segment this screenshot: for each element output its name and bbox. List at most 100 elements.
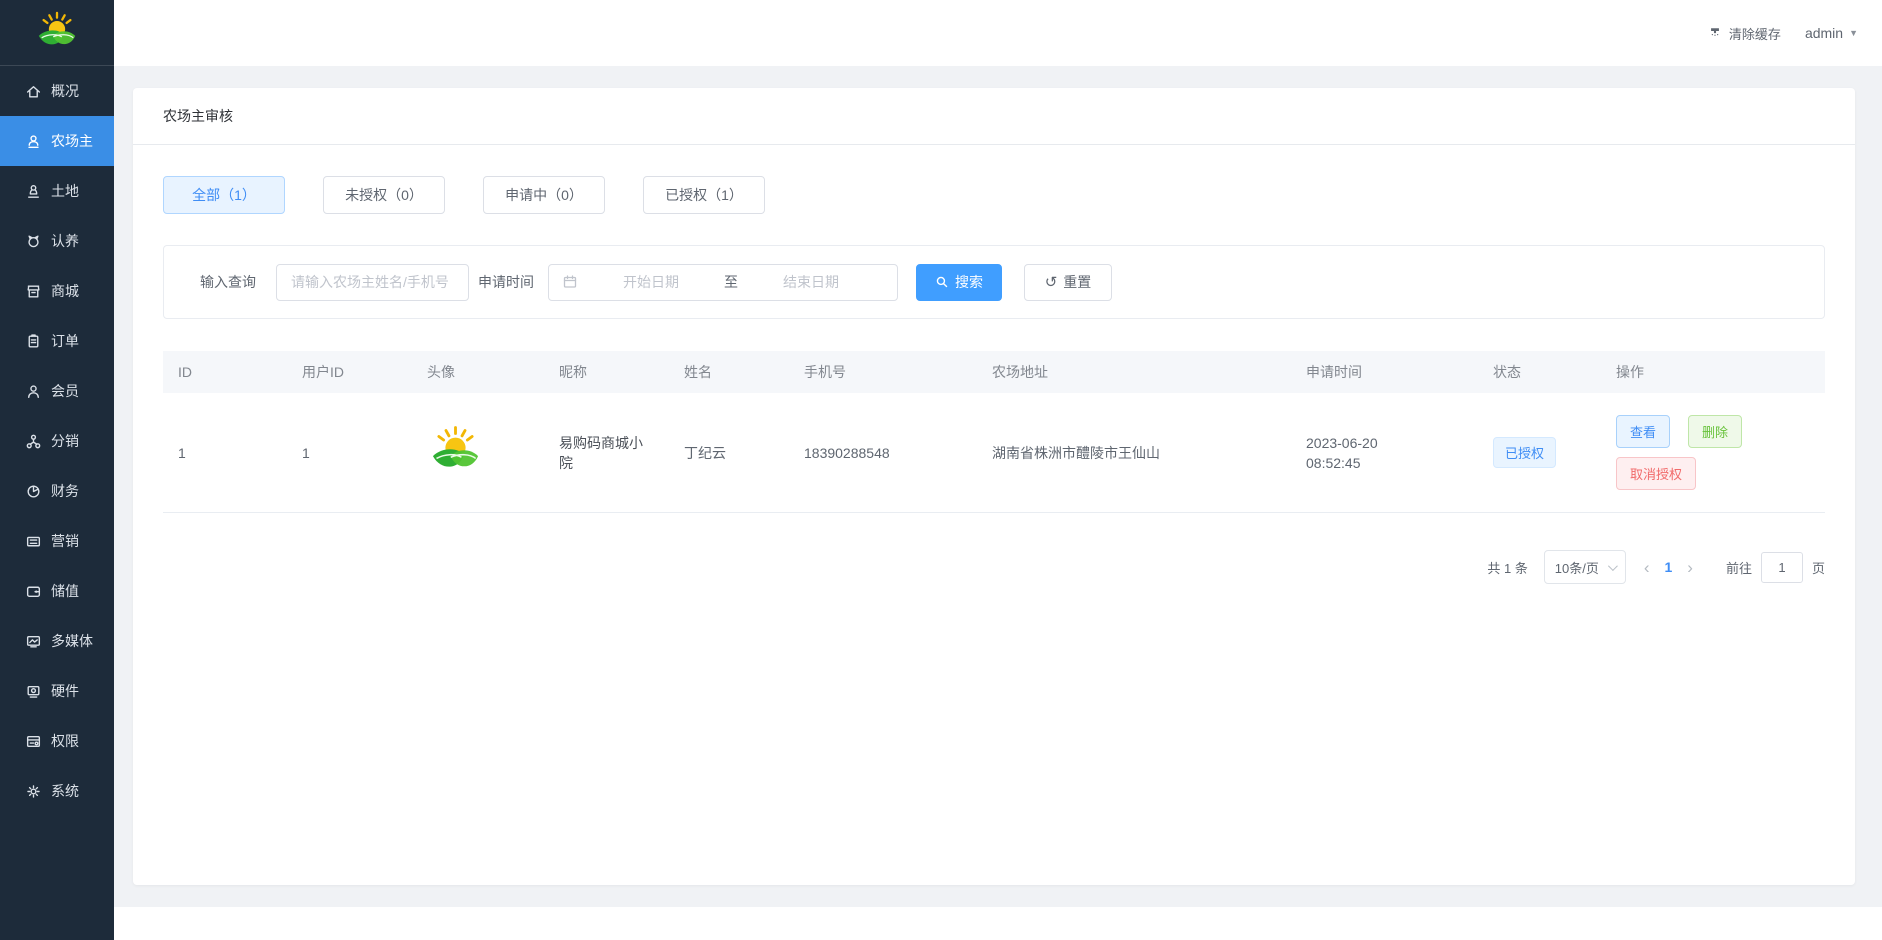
page-size-select[interactable]: 10条/页: [1543, 550, 1626, 584]
cell-id: 1: [163, 393, 287, 513]
end-date-placeholder[interactable]: 结束日期: [738, 272, 884, 292]
delete-button[interactable]: 删除: [1688, 415, 1743, 448]
reset-button-label: 重置: [1063, 274, 1092, 290]
sidebar-item-farmer[interactable]: 农场主: [0, 116, 114, 166]
home-icon: [25, 83, 42, 100]
search-icon: [936, 276, 948, 288]
sidebar-item-permissions[interactable]: 权限: [0, 716, 114, 766]
farmer-review-card: 农场主审核 全部（1） 未授权（0） 申请中（0） 已授权（1） 输入查询 申请…: [133, 88, 1855, 885]
sidebar-item-adoption[interactable]: 认养: [0, 216, 114, 266]
gear-icon: [25, 783, 42, 800]
next-page-button[interactable]: ›: [1687, 559, 1693, 576]
search-button[interactable]: 搜索: [916, 263, 1002, 301]
status-badge: 已授权: [1493, 437, 1557, 468]
col-actions: 操作: [1601, 351, 1825, 393]
status-filter-tabs: 全部（1） 未授权（0） 申请中（0） 已授权（1）: [163, 176, 1825, 214]
chevron-down-icon: [1607, 560, 1618, 571]
col-address: 农场地址: [977, 351, 1291, 393]
main-area: 农场主审核 全部（1） 未授权（0） 申请中（0） 已授权（1） 输入查询 申请…: [114, 66, 1882, 940]
sidebar-item-land[interactable]: 土地: [0, 166, 114, 216]
col-id: ID: [163, 351, 287, 393]
apply-date: 2023-06-20: [1306, 434, 1378, 451]
cell-nickname: 易购码商城小院: [544, 393, 669, 513]
content-background: 农场主审核 全部（1） 未授权（0） 申请中（0） 已授权（1） 输入查询 申请…: [114, 66, 1882, 907]
start-date-placeholder[interactable]: 开始日期: [578, 272, 724, 292]
mall-icon: [25, 283, 42, 300]
apply-time-label: 申请时间: [478, 274, 534, 290]
goto-page-input[interactable]: [1760, 551, 1803, 583]
page-unit-label: 页: [1811, 560, 1825, 576]
avatar: [427, 424, 484, 481]
col-nickname: 昵称: [544, 351, 669, 393]
view-button[interactable]: 查看: [1616, 415, 1671, 448]
order-icon: [25, 333, 42, 350]
clear-cache-label: 清除缓存: [1728, 26, 1781, 42]
app-logo: [0, 0, 114, 66]
sidebar-item-system[interactable]: 系统: [0, 766, 114, 816]
sidebar-item-label: 认养: [51, 233, 79, 249]
clear-cache-button[interactable]: 清除缓存: [1708, 24, 1781, 43]
farmer-icon: [25, 133, 42, 150]
sidebar-item-finance[interactable]: 财务: [0, 466, 114, 516]
permission-icon: [25, 733, 42, 750]
col-avatar: 头像: [412, 351, 544, 393]
user-dropdown[interactable]: admin ▼: [1805, 25, 1858, 41]
wallet-icon: [25, 583, 42, 600]
sidebar-item-label: 权限: [51, 733, 79, 749]
prev-page-button[interactable]: ‹: [1644, 559, 1650, 576]
calendar-icon: [563, 275, 577, 288]
tab-unauthorized[interactable]: 未授权（0）: [323, 176, 445, 214]
date-range-picker[interactable]: 开始日期 至 结束日期: [548, 263, 898, 301]
page-size-value: 10条/页: [1554, 560, 1599, 576]
sidebar-item-distribution[interactable]: 分销: [0, 416, 114, 466]
cell-status: 已授权: [1478, 393, 1601, 513]
goto-label: 前往: [1725, 560, 1752, 576]
sidebar-item-label: 系统: [51, 783, 79, 799]
cell-name: 丁纪云: [669, 393, 789, 513]
sidebar-item-label: 营销: [51, 533, 79, 549]
page-title: 农场主审核: [133, 88, 1855, 145]
sidebar-item-label: 农场主: [51, 133, 93, 149]
filter-bar: 输入查询 申请时间 开始日期 至 结束日期 搜索: [163, 245, 1825, 319]
date-range-separator: 至: [724, 274, 738, 290]
sidebar-item-marketing[interactable]: 营销: [0, 516, 114, 566]
apply-time: 08:52:45: [1306, 454, 1361, 471]
cell-avatar: [412, 393, 544, 513]
sidebar-menu: 概况 农场主 土地 认养 商城 订单 会员 分销 财务 营销 储值 多媒体 硬件…: [0, 66, 114, 816]
sidebar-item-stored-value[interactable]: 储值: [0, 566, 114, 616]
sidebar-item-label: 储值: [51, 583, 79, 599]
col-user-id: 用户ID: [287, 351, 412, 393]
cancel-auth-button[interactable]: 取消授权: [1616, 457, 1697, 490]
query-label: 输入查询: [200, 274, 256, 290]
sidebar-item-overview[interactable]: 概况: [0, 66, 114, 116]
sidebar-item-mall[interactable]: 商城: [0, 266, 114, 316]
member-icon: [25, 383, 42, 400]
farm-logo-icon: [34, 10, 80, 56]
total-count: 共 1 条: [1487, 560, 1528, 576]
cell-apply-time: 2023-06-20 08:52:45: [1291, 393, 1478, 513]
sidebar-item-label: 硬件: [51, 683, 79, 699]
hardware-icon: [25, 683, 42, 700]
tab-pending[interactable]: 申请中（0）: [483, 176, 605, 214]
media-icon: [25, 633, 42, 650]
col-phone: 手机号: [789, 351, 977, 393]
col-apply-time: 申请时间: [1291, 351, 1478, 393]
sidebar-item-hardware[interactable]: 硬件: [0, 666, 114, 716]
table-row: 1 1 易购码商城小院 丁纪云 18390288548 湖南省株洲市醴陵市王仙山: [163, 393, 1825, 513]
tab-authorized[interactable]: 已授权（1）: [643, 176, 765, 214]
tab-all[interactable]: 全部（1）: [163, 176, 285, 214]
chevron-down-icon: ▼: [1849, 28, 1858, 38]
sidebar-item-label: 土地: [51, 183, 79, 199]
sidebar-item-label: 分销: [51, 433, 79, 449]
finance-icon: [25, 483, 42, 500]
sidebar: 概况 农场主 土地 认养 商城 订单 会员 分销 财务 营销 储值 多媒体 硬件…: [0, 0, 114, 940]
current-page[interactable]: 1: [1665, 559, 1673, 575]
broom-icon: [1710, 28, 1719, 36]
sidebar-item-label: 商城: [51, 283, 79, 299]
search-input[interactable]: [276, 263, 469, 301]
sidebar-item-media[interactable]: 多媒体: [0, 616, 114, 666]
sidebar-item-orders[interactable]: 订单: [0, 316, 114, 366]
sidebar-item-label: 订单: [51, 333, 79, 349]
reset-button[interactable]: ↺ 重置: [1024, 263, 1112, 301]
sidebar-item-members[interactable]: 会员: [0, 366, 114, 416]
